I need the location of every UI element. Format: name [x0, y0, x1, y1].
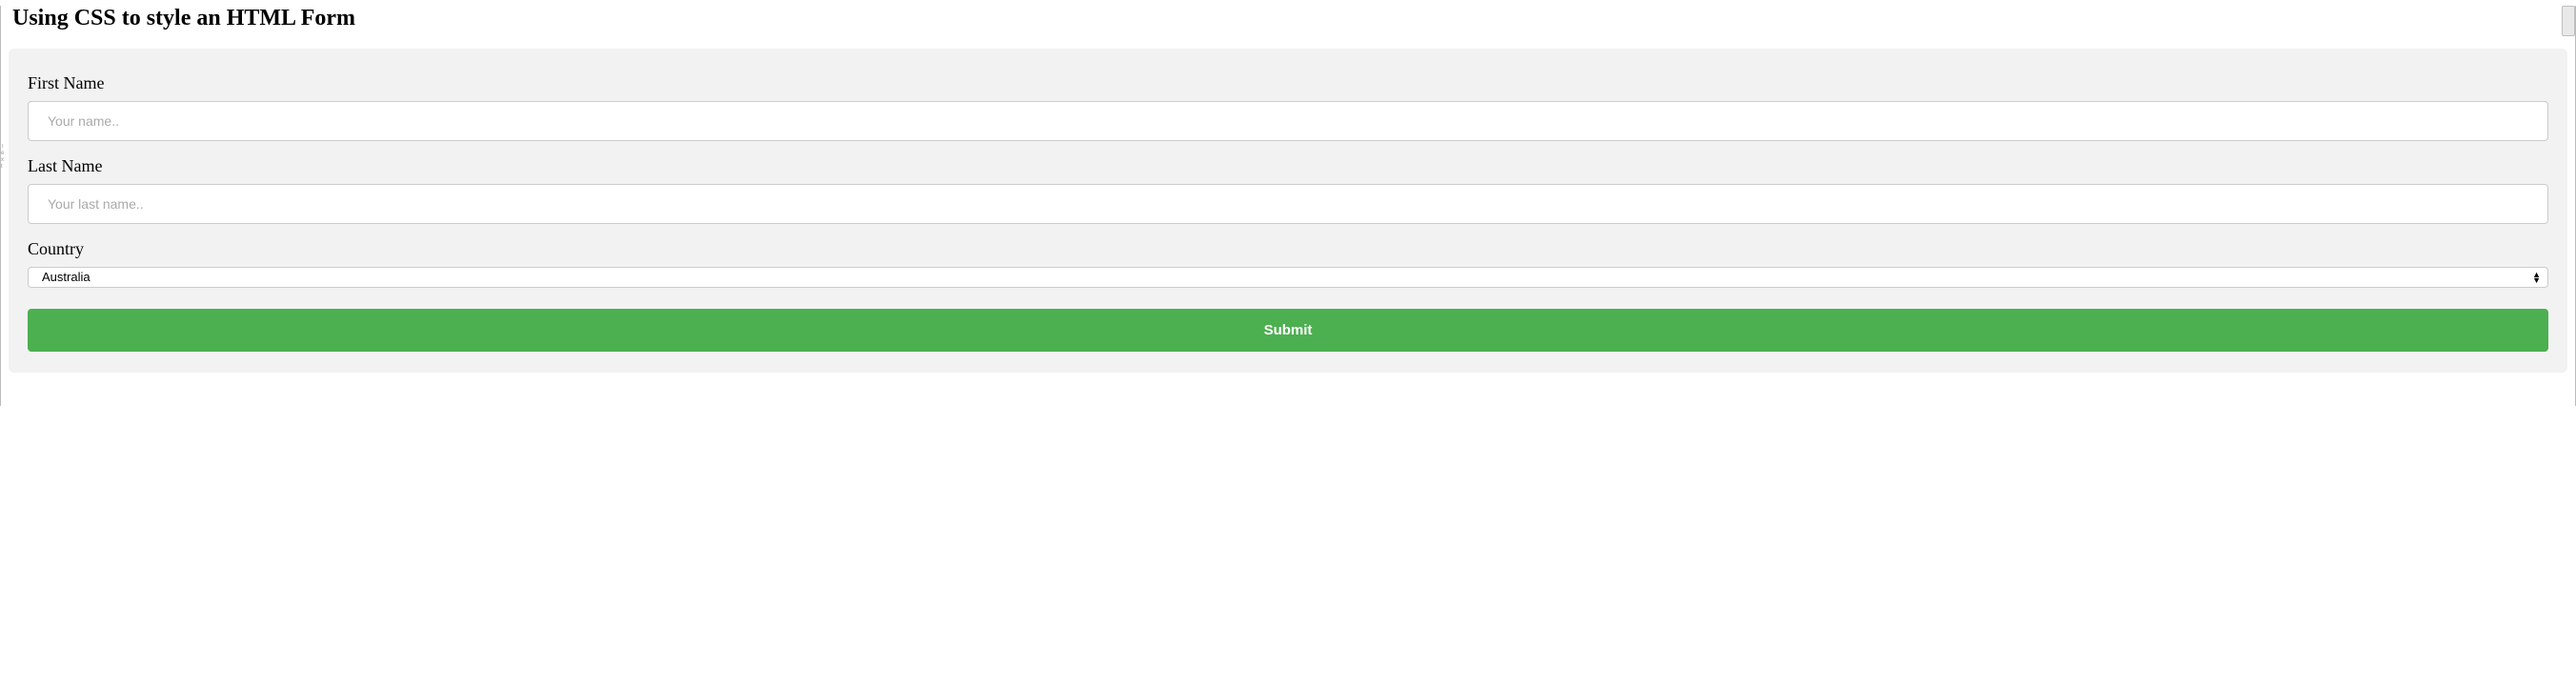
page-title: Using CSS to style an HTML Form — [12, 6, 2567, 31]
country-select[interactable]: Australia — [28, 267, 2548, 288]
first-name-input[interactable] — [28, 101, 2548, 141]
country-select-wrapper: Australia ▲▼ — [28, 267, 2548, 288]
last-name-input[interactable] — [28, 184, 2548, 224]
country-label: Country — [28, 239, 2548, 259]
submit-button[interactable]: Submit — [28, 309, 2548, 352]
scrollbar-thumb[interactable] — [2562, 6, 2575, 36]
first-name-label: First Name — [28, 73, 2548, 93]
last-name-label: Last Name — [28, 156, 2548, 176]
page-wrapper: Using CSS to style an HTML Form Text Fir… — [0, 6, 2576, 406]
background-fragment: Text — [1, 144, 9, 171]
form-container: First Name Last Name Country Australia ▲… — [9, 49, 2567, 373]
